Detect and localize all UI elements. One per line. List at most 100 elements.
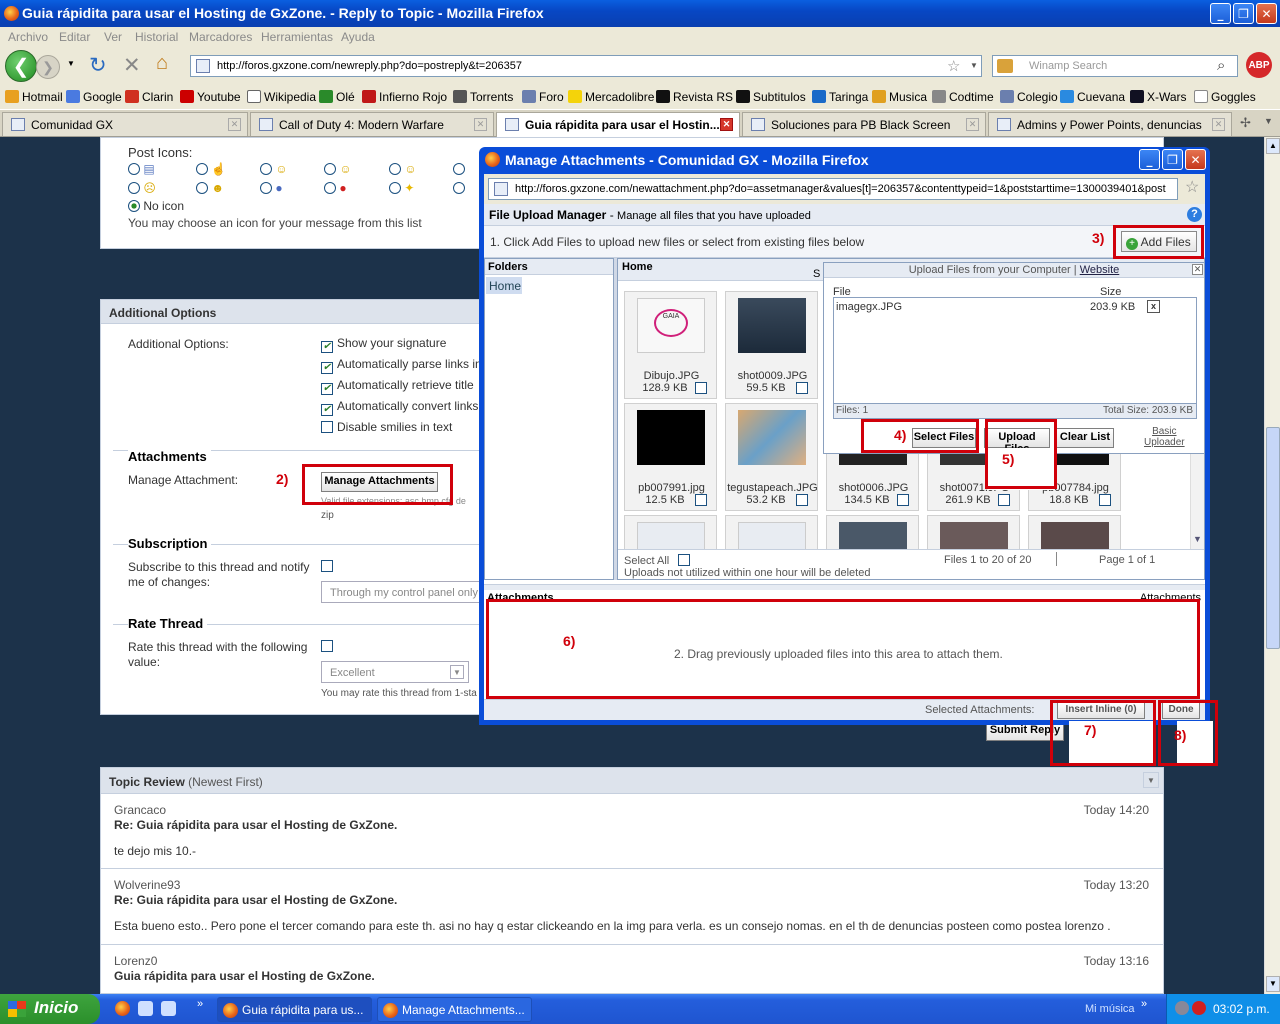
bookmark-wikipedia[interactable]: Wikipedia [247,90,316,104]
option-disable-smilies[interactable]: Disable smilies in text [321,420,481,441]
menu-marcadores[interactable]: Marcadores [189,30,252,44]
scroll-thumb[interactable] [1266,427,1280,649]
subscribe-checkbox[interactable] [321,560,333,572]
no-icon-option[interactable]: No icon [128,199,184,213]
bookmark-codtime[interactable]: Codtime [932,90,994,104]
post-icon-radio[interactable] [260,163,272,175]
website-link[interactable]: Website [1080,264,1120,276]
post-icon-radio[interactable] [128,182,140,194]
tab-close-icon[interactable]: ✕ [474,118,487,131]
star-icon[interactable]: ☆ [947,57,960,75]
file-thumb[interactable] [927,515,1020,549]
menu-archivo[interactable]: Archivo [8,30,48,44]
bookmark-cuevana[interactable]: Cuevana [1060,90,1125,104]
menu-ver[interactable]: Ver [104,30,122,44]
menu-historial[interactable]: Historial [135,30,178,44]
close-icon[interactable]: ✕ [1192,264,1203,275]
post-icon-radio[interactable] [453,182,465,194]
firefox-quicklaunch-icon[interactable] [115,1001,130,1016]
tab-close-icon[interactable]: ✕ [228,118,241,131]
star-icon[interactable]: ☆ [1185,177,1199,197]
search-input[interactable]: Winamp Search ⌕ [992,55,1238,77]
file-checkbox[interactable] [998,494,1010,506]
basic-uploader-link[interactable]: Basic Uploader [1144,426,1185,448]
popup-close-button[interactable]: ✕ [1185,149,1206,170]
rate-select[interactable]: Excellent ▼ [321,661,469,683]
menu-herramientas[interactable]: Herramientas [261,30,333,44]
help-icon[interactable]: ? [1187,207,1202,222]
file-thumb[interactable] [624,515,717,549]
post-author[interactable]: Wolverine93 [114,878,180,892]
bookmark-ole[interactable]: Olé [319,90,355,104]
bookmark-hotmail[interactable]: Hotmail [5,90,63,104]
collapse-icon[interactable]: ▼ [1143,772,1159,788]
bookmark-clarin[interactable]: Clarin [125,90,173,104]
bookmark-foro[interactable]: Foro [522,90,564,104]
file-thumb[interactable]: tegustapeach.JPG 53.2 KB [725,403,818,511]
popup-url-bar[interactable]: http://foros.gxzone.com/newattachment.ph… [488,178,1178,200]
bookmark-taringa[interactable]: Taringa [812,90,868,104]
bookmark-torrents[interactable]: Torrents [453,90,513,104]
taskbar-item-guia[interactable]: Guia rápidita para us... [217,997,372,1022]
reload-icon[interactable]: ↻ [89,53,107,78]
post-icon-radio[interactable] [389,163,401,175]
option-show-signature[interactable]: ✔ Show your signature [321,336,481,357]
chevron-down-icon[interactable]: ▼ [970,61,978,70]
post-icon-radio[interactable] [260,182,272,194]
post-icon-radio[interactable] [128,163,140,175]
adblock-icon[interactable]: ABP [1246,52,1272,78]
maximize-button[interactable]: ❐ [1233,3,1254,24]
tab-close-icon[interactable]: ✕ [720,118,733,131]
rate-checkbox[interactable] [321,640,333,652]
back-icon[interactable]: ❮ [5,50,37,82]
file-checkbox[interactable] [796,382,808,394]
tab-call-of-duty[interactable]: Call of Duty 4: Modern Warfare ✕ [250,112,494,136]
tray-icon[interactable] [1175,1001,1189,1015]
file-thumb[interactable] [1028,515,1121,549]
stop-icon[interactable]: ✕ [123,53,141,78]
post-author[interactable]: Lorenz0 [114,954,157,968]
file-thumb[interactable] [826,515,919,549]
quicklaunch-icon[interactable] [161,1001,176,1016]
option-parse-links[interactable]: ✔ Automatically parse links in [321,357,482,378]
popup-minimize-button[interactable]: _ [1139,149,1160,170]
bookmark-youtube[interactable]: Youtube [180,90,241,104]
bookmark-google[interactable]: Google [66,90,122,104]
tab-soluciones-pb[interactable]: Soluciones para PB Black Screen ✕ [742,112,986,136]
home-icon[interactable]: ⌂ [156,52,168,75]
folder-home[interactable]: Home [486,277,522,294]
scroll-down-icon[interactable]: ▼ [1193,534,1202,544]
bookmark-infierno-rojo[interactable]: Infierno Rojo [362,90,447,104]
option-retrieve-title[interactable]: ✔ Automatically retrieve title [321,378,481,399]
search-engine-icon[interactable] [997,59,1013,73]
forward-icon[interactable]: ❯ [36,55,60,79]
file-checkbox[interactable] [796,494,808,506]
file-thumb[interactable]: shot0009.JPG 59.5 KB [725,291,818,399]
file-checkbox[interactable] [695,494,707,506]
file-checkbox[interactable] [897,494,909,506]
option-convert-links[interactable]: ✔ Automatically convert links [321,399,481,420]
history-dropdown-icon[interactable]: ▼ [67,59,75,68]
post-icon-radio[interactable] [453,163,465,175]
close-button[interactable]: ✕ [1256,3,1277,24]
music-label[interactable]: Mi música [1085,1003,1135,1015]
remove-file-icon[interactable]: x [1147,300,1160,313]
start-button[interactable]: Inicio [0,994,100,1024]
post-icon-radio[interactable] [324,163,336,175]
tray-icon[interactable] [1192,1001,1206,1015]
all-tabs-icon[interactable]: ✢ [1240,115,1251,131]
post-icon-radio[interactable] [389,182,401,194]
file-thumb[interactable]: pb007991.jpg 12.5 KB [624,403,717,511]
bookmark-musica[interactable]: Musica [872,90,927,104]
scroll-down-icon[interactable]: ▼ [1266,976,1280,992]
file-checkbox[interactable] [695,382,707,394]
clear-list-button[interactable]: Clear List [1056,428,1114,448]
url-bar[interactable]: http://foros.gxzone.com/newreply.php?do=… [190,55,982,77]
page-scrollbar[interactable]: ▲ ▼ [1264,137,1280,994]
menu-editar[interactable]: Editar [59,30,90,44]
file-thumb[interactable]: GAIA Dibujo.JPG 128.9 KB [624,291,717,399]
chevron-right-icon[interactable]: » [1141,998,1147,1010]
file-checkbox[interactable] [1099,494,1111,506]
select-all[interactable]: Select All [624,554,694,567]
tab-close-icon[interactable]: ✕ [966,118,979,131]
